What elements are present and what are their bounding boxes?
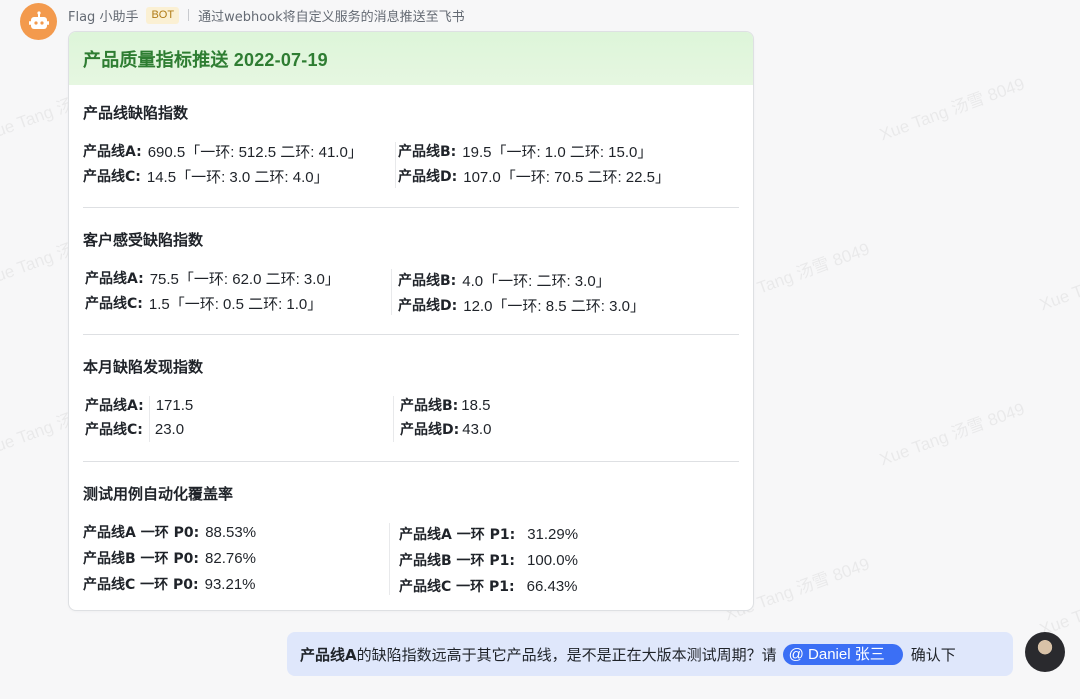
sender-description: 通过webhook将自定义服务的消息推送至飞书 bbox=[198, 9, 465, 25]
metric-cell: 产品线D: 107.0「一环: 70.5 二环: 22.5」 bbox=[398, 168, 670, 186]
metric-cell: 产品线A 一环 P0: 88.53% bbox=[83, 523, 257, 542]
section-title: 产品线缺陷指数 bbox=[83, 104, 189, 122]
section-customer-defect-index: 客户感受缺陷指数 bbox=[83, 229, 739, 250]
section-divider bbox=[83, 207, 739, 208]
metric-row: 产品线A 一环 P0: 88.53% 产品线A 一环 P1: 31.29% bbox=[83, 521, 739, 544]
section-defect-index-grid: 产品线A: 690.5「一环: 512.5 二环: 41.0」 产品线B: 19.5… bbox=[83, 140, 739, 190]
section-customer-defect-index-grid: 产品线A: 75.5「一环: 62.0 二环: 3.0」 产品线B: 4.0「一环:… bbox=[83, 267, 739, 317]
metric-row: 产品线C: 23.0 产品线D: 43.0 bbox=[83, 418, 739, 440]
section-monthly-defect-found-grid: 产品线A: 171.5 产品线B: 18.5 产品线C: 23.0 产品线D: 43.0 bbox=[83, 394, 739, 444]
bot-badge: BOT bbox=[146, 6, 180, 24]
section-monthly-defect-found: 本月缺陷发现指数 bbox=[83, 356, 739, 377]
robot-icon bbox=[28, 10, 49, 29]
metric-cell: 产品线D: 43.0 bbox=[400, 420, 492, 439]
metric-row: 产品线C 一环 P0: 93.21% 产品线C 一环 P1: 66.43% bbox=[83, 573, 739, 596]
metric-cell: 产品线A: 690.5「一环: 512.5 二环: 41.0」 bbox=[83, 143, 363, 161]
reply-message-bubble[interactable]: 产品线A 的缺陷指数远高于其它产品线，是不是正在大版本测试周期？请 @ Dani… bbox=[287, 632, 1013, 676]
watermark-text: Xue Tang 汤雪 8049 bbox=[1037, 244, 1080, 315]
reply-text: 的缺陷指数远高于其它产品线，是不是正在大版本测试周期？请 bbox=[356, 645, 777, 664]
watermark-text: Xue Tang 汤雪 8049 bbox=[877, 399, 1028, 470]
separator bbox=[188, 9, 190, 21]
metric-cell: 产品线A: 75.5「一环: 62.0 二环: 3.0」 bbox=[85, 270, 340, 288]
metric-cell: 产品线C 一环 P0: 93.21% bbox=[83, 575, 256, 594]
metric-row: 产品线A: 75.5「一环: 62.0 二环: 3.0」 产品线B: 4.0「一环:… bbox=[83, 267, 739, 290]
sender-name[interactable]: Flag 小助手 bbox=[68, 6, 138, 25]
metric-row: 产品线B 一环 P0: 82.76% 产品线B 一环 P1: 100.0% bbox=[83, 547, 739, 570]
section-divider bbox=[83, 461, 739, 462]
metric-cell: 产品线B: 19.5「一环: 1.0 二环: 15.0」 bbox=[398, 143, 653, 161]
metric-cell: 产品线B 一环 P1: 100.0% bbox=[399, 551, 578, 570]
card-title: 产品质量指标推送 2022-07-19 bbox=[83, 49, 328, 70]
metric-cell: 产品线D: 12.0「一环: 8.5 二环: 3.0」 bbox=[398, 297, 645, 315]
metric-cell: 产品线B: 4.0「一环: 二环: 3.0」 bbox=[398, 272, 611, 290]
section-title: 客户感受缺陷指数 bbox=[83, 231, 204, 249]
mention-tag[interactable]: @ Daniel 张三 bbox=[782, 643, 903, 665]
watermark-text: Xue Tang 汤雪 8049 bbox=[877, 74, 1028, 145]
metric-row: 产品线C: 14.5「一环: 3.0 二环: 4.0」 产品线D: 107.0「一环… bbox=[83, 165, 739, 187]
metric-cell: 产品线C: 23.0 bbox=[85, 420, 185, 439]
section-title: 测试用例自动化覆盖率 bbox=[83, 485, 234, 503]
user-avatar[interactable] bbox=[1025, 632, 1065, 672]
metric-cell: 产品线C 一环 P1: 66.43% bbox=[399, 577, 578, 596]
metric-cell: 产品线A 一环 P1: 31.29% bbox=[399, 525, 579, 544]
section-automation-coverage-grid: 产品线A 一环 P0: 88.53% 产品线A 一环 P1: 31.29% 产品线B… bbox=[83, 521, 739, 597]
section-divider bbox=[83, 334, 739, 335]
section-automation-coverage: 测试用例自动化覆盖率 bbox=[83, 483, 739, 504]
metric-cell: 产品线C: 14.5「一环: 3.0 二环: 4.0」 bbox=[83, 168, 329, 186]
sender-row: Flag 小助手 BOT 通过webhook将自定义服务的消息推送至飞书 bbox=[68, 5, 465, 25]
card-header: 产品质量指标推送 2022-07-19 bbox=[69, 32, 753, 85]
metric-cell: 产品线B 一环 P0: 82.76% bbox=[83, 549, 256, 568]
metric-row: 产品线A: 690.5「一环: 512.5 二环: 41.0」 产品线B: 19.5… bbox=[83, 140, 739, 162]
reply-suffix: 确认下 bbox=[910, 645, 956, 664]
metric-row: 产品线C: 1.5「一环: 0.5 二环: 1.0」 产品线D: 12.0「一环: … bbox=[83, 292, 739, 315]
watermark-text: Xue Tang 汤雪 8049 bbox=[1037, 569, 1080, 640]
reply-bold-prefix: 产品线A bbox=[300, 645, 357, 664]
bot-avatar[interactable] bbox=[20, 3, 57, 40]
message-card: 产品质量指标推送 2022-07-19 产品线缺陷指数 产品线A: 690.5「一… bbox=[68, 31, 754, 611]
metric-cell: 产品线C: 1.5「一环: 0.5 二环: 1.0」 bbox=[85, 295, 323, 313]
section-defect-index: 产品线缺陷指数 bbox=[83, 102, 739, 123]
metric-cell: 产品线B: 18.5 bbox=[400, 396, 491, 415]
section-title: 本月缺陷发现指数 bbox=[83, 358, 204, 376]
metric-cell: 产品线A: 171.5 bbox=[85, 396, 194, 415]
metric-row: 产品线A: 171.5 产品线B: 18.5 bbox=[83, 394, 739, 416]
